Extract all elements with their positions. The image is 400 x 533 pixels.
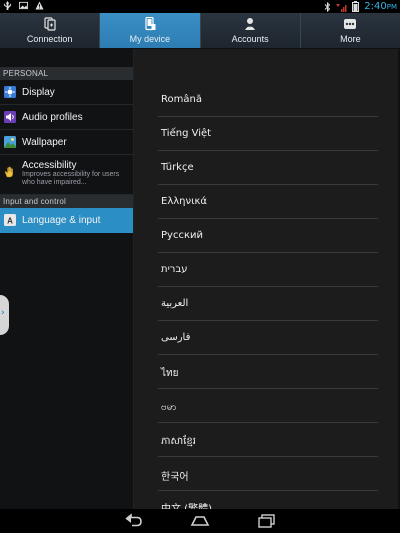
sidebar-item-audio-profiles[interactable]: Audio profiles bbox=[0, 105, 133, 130]
my-device-icon bbox=[145, 17, 156, 31]
tab-more[interactable]: More bbox=[301, 13, 400, 48]
language-option[interactable]: 한국어 bbox=[158, 457, 378, 491]
language-option[interactable]: Русский bbox=[158, 219, 378, 253]
language-list[interactable]: Română Tiếng Việt Türkçe Ελληνικά Русски… bbox=[134, 49, 400, 509]
warning-icon bbox=[35, 1, 44, 10]
section-header-personal: PERSONAL bbox=[0, 67, 133, 80]
bluetooth-icon bbox=[324, 1, 331, 12]
audio-icon bbox=[4, 111, 16, 123]
settings-category-list: PERSONAL Display Audio profiles Wallpape… bbox=[0, 49, 134, 509]
system-navigation-bar bbox=[0, 509, 400, 533]
language-option[interactable]: Tiếng Việt bbox=[158, 117, 378, 151]
back-icon[interactable] bbox=[122, 513, 144, 529]
sidebar-item-accessibility[interactable]: Accessibility Improves accessibility for… bbox=[0, 155, 133, 195]
tab-connection[interactable]: Connection bbox=[0, 13, 101, 48]
tab-my-device[interactable]: My device bbox=[100, 13, 201, 48]
status-bar: 2:40PM bbox=[0, 0, 400, 13]
usb-icon bbox=[3, 1, 12, 10]
language-option[interactable]: العربية bbox=[158, 287, 378, 321]
language-option[interactable]: ဗမာ bbox=[158, 389, 378, 423]
accounts-icon bbox=[245, 18, 256, 30]
section-header-input: Input and control bbox=[0, 195, 133, 208]
sidebar-item-language-input[interactable]: A Language & input bbox=[0, 208, 133, 233]
display-icon bbox=[4, 86, 16, 98]
home-icon[interactable] bbox=[189, 513, 211, 529]
battery-icon bbox=[352, 1, 360, 12]
chevron-right-icon: › bbox=[1, 308, 5, 318]
language-option[interactable]: Türkçe bbox=[158, 151, 378, 185]
recent-apps-icon[interactable] bbox=[256, 513, 278, 529]
keyboard-icon: A bbox=[4, 214, 16, 226]
language-option[interactable]: فارسی bbox=[158, 321, 378, 355]
panel-handle[interactable]: › bbox=[0, 295, 9, 335]
sidebar-item-display[interactable]: Display bbox=[0, 80, 133, 105]
language-option[interactable]: ភាសាខ្មែរ bbox=[158, 423, 378, 457]
clock: 2:40PM bbox=[364, 1, 397, 12]
language-option[interactable]: 中文 (繁體) bbox=[158, 491, 378, 509]
language-list-panel: Română Tiếng Việt Türkçe Ελληνικά Русски… bbox=[134, 49, 400, 509]
settings-tab-bar: Connection My device Accounts More bbox=[0, 13, 400, 49]
more-icon bbox=[344, 19, 357, 29]
connection-icon bbox=[44, 17, 56, 31]
language-option[interactable]: עברית bbox=[158, 253, 378, 287]
photo-icon bbox=[19, 1, 28, 10]
svg-text:A: A bbox=[7, 217, 13, 226]
language-option[interactable]: ไทย bbox=[158, 355, 378, 389]
signal-icon bbox=[336, 3, 347, 12]
language-option[interactable]: Română bbox=[158, 83, 378, 117]
sidebar-item-wallpaper[interactable]: Wallpaper bbox=[0, 130, 133, 155]
tab-accounts[interactable]: Accounts bbox=[201, 13, 301, 48]
language-option[interactable]: Ελληνικά bbox=[158, 185, 378, 219]
wallpaper-icon bbox=[4, 136, 16, 148]
hand-icon bbox=[4, 166, 13, 178]
